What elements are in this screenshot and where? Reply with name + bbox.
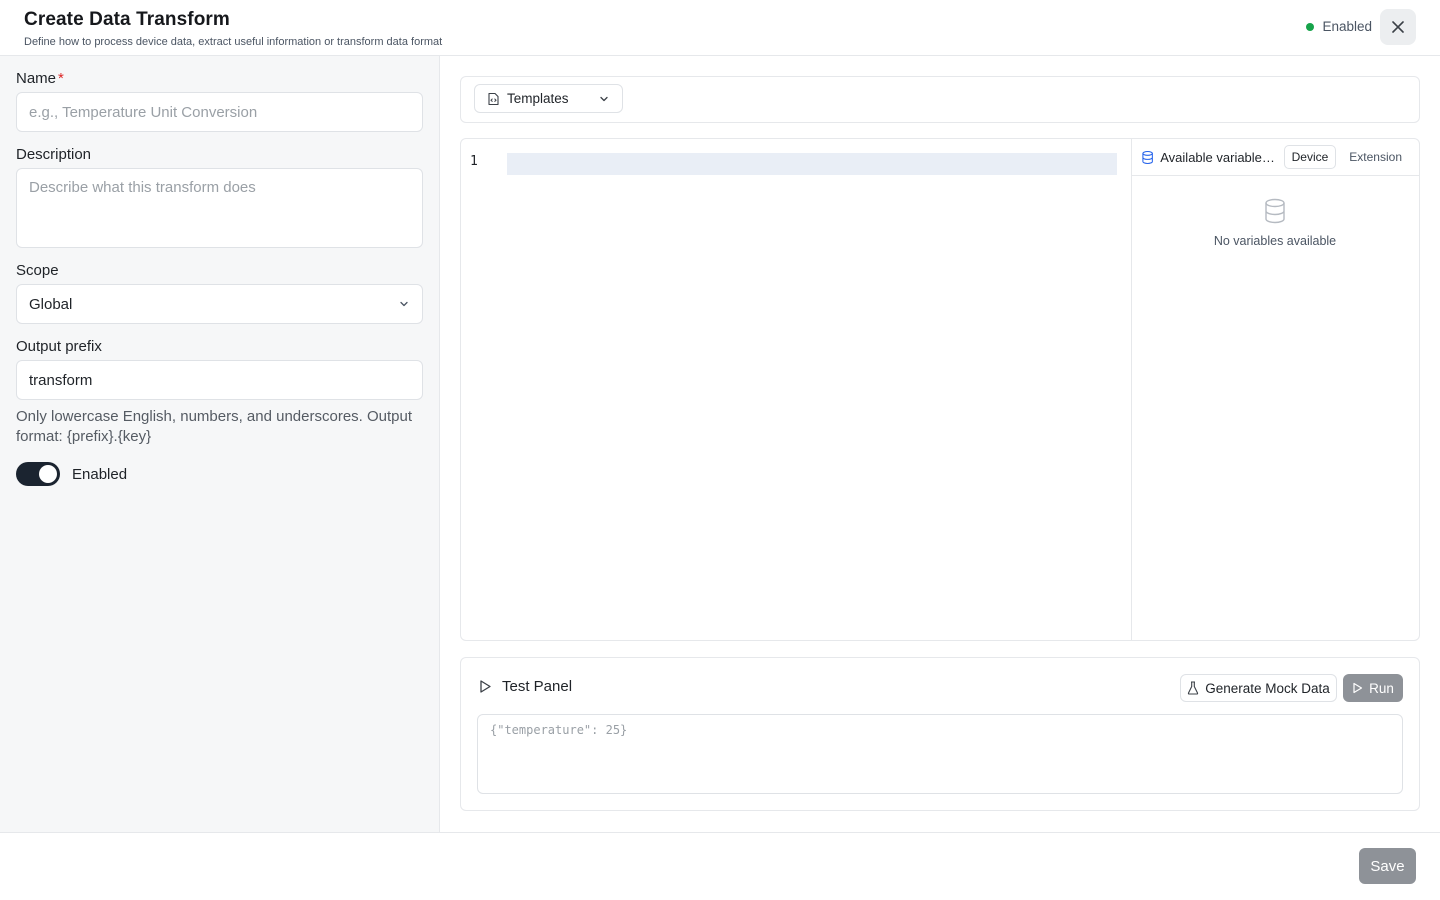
page-subtitle: Define how to process device data, extra… [24,36,443,48]
tab-device[interactable]: Device [1283,145,1337,169]
close-button[interactable] [1380,9,1416,45]
chevron-down-icon [600,96,608,101]
play-icon [1353,682,1363,694]
database-icon [1142,150,1153,164]
flask-icon [1188,681,1199,695]
output-prefix-value: transform [29,371,93,389]
play-icon [480,680,491,693]
output-prefix-input[interactable]: transform [16,360,423,400]
scope-label: Scope [16,262,59,279]
file-code-icon [488,92,499,105]
status-indicator: Enabled [1306,19,1372,34]
generate-mock-data-button[interactable]: Generate Mock Data [1180,674,1337,702]
name-placeholder: e.g., Temperature Unit Conversion [29,103,258,121]
name-input[interactable]: e.g., Temperature Unit Conversion [16,92,423,132]
description-label: Description [16,146,92,163]
toggle-knob [39,465,57,483]
active-line-highlight [507,153,1117,175]
status-label: Enabled [1322,19,1372,34]
variables-title: Available variables: i... [1160,149,1278,165]
status-dot-icon [1306,22,1315,31]
empty-text: No variables available [1213,234,1337,248]
output-prefix-hint: Only lowercase English, numbers, and und… [16,408,413,445]
save-button[interactable]: Save [1359,848,1416,884]
database-icon [1265,198,1285,224]
output-prefix-label: Output prefix [16,338,102,355]
test-input-placeholder: {"temperature": 25} [490,723,628,737]
templates-dropdown[interactable]: Templates [474,84,623,113]
chevron-down-icon [400,301,408,307]
description-placeholder: Describe what this transform does [29,179,256,196]
test-panel-title: Test Panel [502,678,573,695]
variables-header: Available variables: i... Device Extensi… [1131,139,1419,176]
required-mark: * [58,70,64,87]
tab-extension[interactable]: Extension [1342,146,1409,168]
dialog-header: Create Data Transform Define how to proc… [0,0,1440,56]
page-title: Create Data Transform [24,9,230,30]
variables-empty-state: No variables available [1131,198,1419,248]
code-editor[interactable] [461,139,1131,640]
scope-select[interactable]: Global [16,284,423,324]
test-input[interactable]: {"temperature": 25} [477,714,1403,794]
templates-label: Templates [507,91,569,106]
test-panel-header: Test Panel [478,678,572,695]
name-label: Name * [16,70,64,87]
description-input[interactable]: Describe what this transform does [16,168,423,248]
enabled-toggle-row: Enabled [16,462,127,486]
dialog-footer [0,832,1440,900]
run-label: Run [1369,680,1394,696]
enabled-toggle[interactable] [16,462,60,486]
line-number: 1 [470,154,478,169]
generate-mock-data-label: Generate Mock Data [1205,680,1330,696]
close-icon [1392,21,1404,33]
scope-value: Global [29,295,73,313]
run-button[interactable]: Run [1343,674,1403,702]
enabled-label: Enabled [72,465,128,483]
